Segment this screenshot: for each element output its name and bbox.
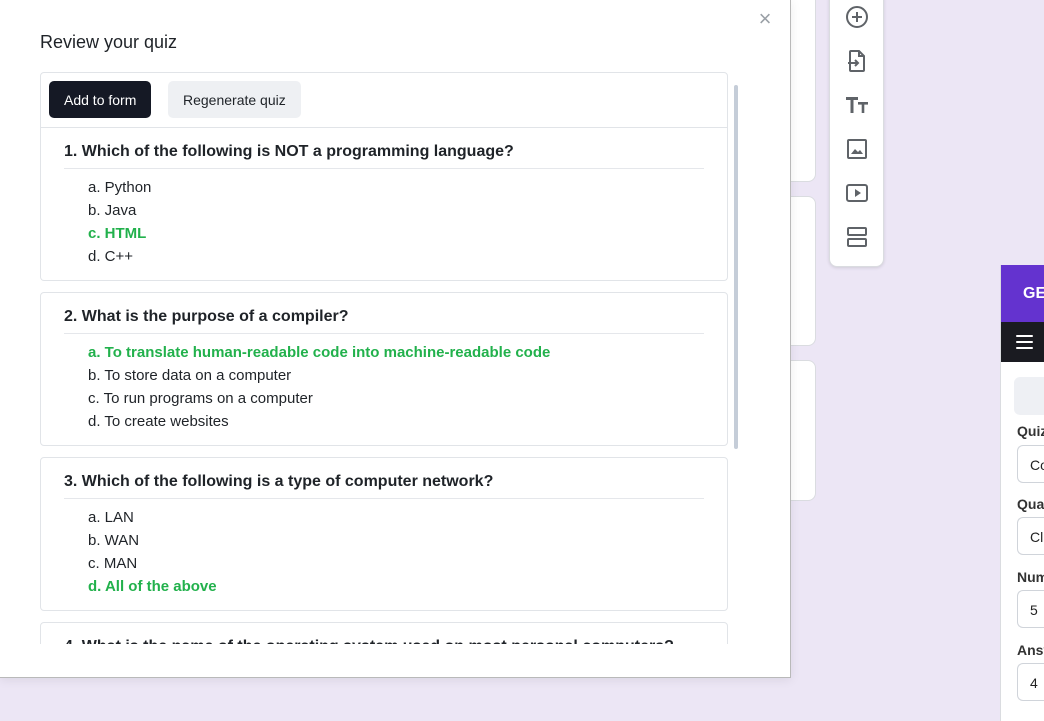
- menu-icon[interactable]: [1016, 335, 1033, 349]
- correct-answer-option: d. All of the above: [88, 578, 217, 595]
- answer-option: b. To store data on a computer: [88, 367, 292, 384]
- quiz-generator-panel: GE Quiz Co Qual Cl Num 5 Ansv 4: [1000, 265, 1044, 721]
- generator-panel-header: GE: [1001, 265, 1044, 322]
- answer-option: a. LAN: [88, 509, 134, 526]
- correct-answer-option: a. To translate human-readable code into…: [88, 344, 551, 361]
- answer-option: b. Java: [88, 202, 137, 219]
- import-questions-icon[interactable]: [843, 47, 871, 75]
- answer-options: a. To translate human-readable code into…: [64, 341, 704, 433]
- review-quiz-modal: Review your quiz × Add to form Regenerat…: [0, 0, 791, 678]
- scrollbar-thumb[interactable]: [734, 85, 738, 449]
- close-icon[interactable]: ×: [755, 8, 775, 30]
- question-list: 1. Which of the following is NOT a progr…: [40, 128, 730, 644]
- quiz-review-scroll-area[interactable]: Add to form Regenerate quiz 1. Which of …: [40, 72, 730, 644]
- question-card: 2. What is the purpose of a compiler? a. …: [40, 292, 728, 446]
- quiz-topic-label: Quiz: [1017, 423, 1044, 439]
- number-of-questions-input[interactable]: 5: [1017, 590, 1044, 628]
- generator-tab-bar[interactable]: [1014, 377, 1044, 415]
- answer-option: c. MAN: [88, 555, 138, 572]
- add-to-form-button[interactable]: Add to form: [49, 81, 152, 118]
- question-title: 3. Which of the following is a type of c…: [64, 473, 704, 499]
- modal-title: Review your quiz: [40, 32, 178, 52]
- quiz-action-bar: Add to form Regenerate quiz: [40, 72, 728, 128]
- answer-option: c. To run programs on a computer: [88, 390, 313, 407]
- question-card: 3. Which of the following is a type of c…: [40, 457, 728, 611]
- generator-menubar: [1001, 322, 1044, 362]
- question-title: 1. Which of the following is NOT a progr…: [64, 143, 704, 169]
- quiz-topic-input[interactable]: Co: [1017, 445, 1044, 483]
- add-question-icon[interactable]: [843, 3, 871, 31]
- question-card: 4. What is the name of the operating sys…: [40, 622, 728, 644]
- add-image-icon[interactable]: [843, 135, 871, 163]
- answer-option: a. Python: [88, 179, 152, 196]
- question-title: 4. What is the name of the operating sys…: [64, 638, 704, 644]
- form-floating-toolbar: [829, 0, 884, 267]
- add-title-icon[interactable]: [843, 91, 871, 119]
- answer-options: a. LAN b. WAN c. MAN d. All of the above: [64, 506, 704, 598]
- question-card: 1. Which of the following is NOT a progr…: [40, 128, 728, 281]
- regenerate-quiz-button[interactable]: Regenerate quiz: [168, 81, 301, 118]
- answer-option: b. WAN: [88, 532, 140, 549]
- answer-option: d. C++: [88, 248, 134, 265]
- question-title: 2. What is the purpose of a compiler?: [64, 308, 704, 334]
- answers-input[interactable]: 4: [1017, 663, 1044, 701]
- number-of-questions-label: Num: [1017, 569, 1044, 585]
- quality-select[interactable]: Cl: [1017, 517, 1044, 555]
- correct-answer-option: c. HTML: [88, 225, 147, 242]
- answers-label: Ansv: [1017, 642, 1044, 658]
- quality-label: Qual: [1017, 496, 1044, 512]
- add-section-icon[interactable]: [843, 223, 871, 251]
- answer-options: a. Python b. Java c. HTML d. C++: [64, 176, 704, 268]
- add-video-icon[interactable]: [843, 179, 871, 207]
- answer-option: d. To create websites: [88, 413, 229, 430]
